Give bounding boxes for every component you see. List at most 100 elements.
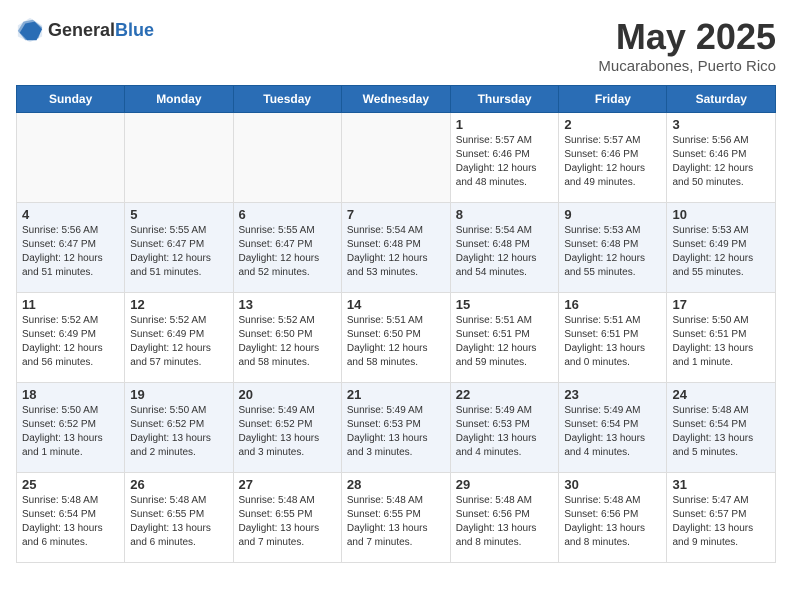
day-number: 2: [564, 117, 661, 132]
logo-text: GeneralBlue: [48, 20, 154, 41]
calendar-day-cell: 2 Sunrise: 5:57 AM Sunset: 6:46 PM Daylig…: [559, 113, 667, 203]
calendar-day-cell: 31 Sunrise: 5:47 AM Sunset: 6:57 PM Dayli…: [667, 473, 776, 563]
day-info: Sunrise: 5:49 AM Sunset: 6:53 PM Dayligh…: [347, 404, 445, 460]
day-number: 19: [130, 387, 227, 402]
day-number: 7: [347, 207, 445, 222]
header-day-thursday: Thursday: [450, 86, 559, 113]
calendar-week-row: 18 Sunrise: 5:50 AM Sunset: 6:52 PM Dayli…: [17, 383, 776, 473]
day-number: 21: [347, 387, 445, 402]
calendar-day-cell: 15 Sunrise: 5:51 AM Sunset: 6:51 PM Dayli…: [450, 293, 559, 383]
calendar-day-cell: 7 Sunrise: 5:54 AM Sunset: 6:48 PM Daylig…: [341, 203, 450, 293]
logo-general: General: [48, 20, 115, 40]
day-info: Sunrise: 5:50 AM Sunset: 6:52 PM Dayligh…: [22, 404, 119, 460]
calendar-table: SundayMondayTuesdayWednesdayThursdayFrid…: [16, 85, 776, 563]
day-number: 31: [672, 477, 770, 492]
calendar-day-cell: 5Sunrise: 5:55 AM Sunset: 6:47 PM Daylig…: [125, 203, 233, 293]
calendar-header-row: SundayMondayTuesdayWednesdayThursdayFrid…: [17, 86, 776, 113]
day-number: 29: [456, 477, 554, 492]
day-info: Sunrise: 5:54 AM Sunset: 6:48 PM Dayligh…: [347, 224, 445, 280]
day-info: Sunrise: 5:53 AM Sunset: 6:48 PM Dayligh…: [564, 224, 661, 280]
calendar-day-cell: 1 Sunrise: 5:57 AM Sunset: 6:46 PM Daylig…: [450, 113, 559, 203]
calendar-day-cell: 23 Sunrise: 5:49 AM Sunset: 6:54 PM Dayli…: [559, 383, 667, 473]
day-number: 18: [22, 387, 119, 402]
logo-icon: [16, 16, 44, 44]
day-number: 24: [672, 387, 770, 402]
day-number: 23: [564, 387, 661, 402]
header-day-wednesday: Wednesday: [341, 86, 450, 113]
day-number: 26: [130, 477, 227, 492]
day-number: 5: [130, 207, 227, 222]
day-number: 20: [239, 387, 336, 402]
day-info: Sunrise: 5:48 AM Sunset: 6:55 PM Dayligh…: [347, 494, 445, 550]
calendar-day-cell: 17 Sunrise: 5:50 AM Sunset: 6:51 PM Dayli…: [667, 293, 776, 383]
day-info: Sunrise: 5:51 AM Sunset: 6:51 PM Dayligh…: [564, 314, 661, 370]
day-info: Sunrise: 5:49 AM Sunset: 6:54 PM Dayligh…: [564, 404, 661, 460]
day-number: 6: [239, 207, 336, 222]
calendar-day-cell: 28Sunrise: 5:48 AM Sunset: 6:55 PM Dayli…: [341, 473, 450, 563]
day-number: 27: [239, 477, 336, 492]
day-info: Sunrise: 5:48 AM Sunset: 6:55 PM Dayligh…: [130, 494, 227, 550]
day-info: Sunrise: 5:52 AM Sunset: 6:49 PM Dayligh…: [130, 314, 227, 370]
day-number: 1: [456, 117, 554, 132]
calendar-day-cell: 6Sunrise: 5:55 AM Sunset: 6:47 PM Daylig…: [233, 203, 341, 293]
day-info: Sunrise: 5:50 AM Sunset: 6:52 PM Dayligh…: [130, 404, 227, 460]
day-number: 12: [130, 297, 227, 312]
calendar-day-cell: 26 Sunrise: 5:48 AM Sunset: 6:55 PM Dayli…: [125, 473, 233, 563]
header-day-saturday: Saturday: [667, 86, 776, 113]
logo-blue: Blue: [115, 20, 154, 40]
day-number: 3: [672, 117, 770, 132]
day-number: 16: [564, 297, 661, 312]
day-number: 17: [672, 297, 770, 312]
day-number: 8: [456, 207, 554, 222]
day-info: Sunrise: 5:48 AM Sunset: 6:55 PM Dayligh…: [239, 494, 336, 550]
day-info: Sunrise: 5:57 AM Sunset: 6:46 PM Dayligh…: [456, 134, 554, 190]
day-info: Sunrise: 5:50 AM Sunset: 6:51 PM Dayligh…: [672, 314, 770, 370]
calendar-day-cell: 19 Sunrise: 5:50 AM Sunset: 6:52 PM Dayli…: [125, 383, 233, 473]
calendar-day-cell: 9Sunrise: 5:53 AM Sunset: 6:48 PM Daylig…: [559, 203, 667, 293]
day-number: 25: [22, 477, 119, 492]
day-info: Sunrise: 5:53 AM Sunset: 6:49 PM Dayligh…: [672, 224, 770, 280]
calendar-day-cell: 29Sunrise: 5:48 AM Sunset: 6:56 PM Dayli…: [450, 473, 559, 563]
day-number: 11: [22, 297, 119, 312]
day-number: 4: [22, 207, 119, 222]
calendar-day-cell: 12 Sunrise: 5:52 AM Sunset: 6:49 PM Dayli…: [125, 293, 233, 383]
day-info: Sunrise: 5:48 AM Sunset: 6:54 PM Dayligh…: [672, 404, 770, 460]
day-info: Sunrise: 5:56 AM Sunset: 6:47 PM Dayligh…: [22, 224, 119, 280]
day-info: Sunrise: 5:56 AM Sunset: 6:46 PM Dayligh…: [672, 134, 770, 190]
day-number: 14: [347, 297, 445, 312]
calendar-day-cell: 18 Sunrise: 5:50 AM Sunset: 6:52 PM Dayli…: [17, 383, 125, 473]
calendar-day-cell: [233, 113, 341, 203]
calendar-day-cell: 3 Sunrise: 5:56 AM Sunset: 6:46 PM Daylig…: [667, 113, 776, 203]
day-info: Sunrise: 5:51 AM Sunset: 6:51 PM Dayligh…: [456, 314, 554, 370]
calendar-week-row: 25 Sunrise: 5:48 AM Sunset: 6:54 PM Dayli…: [17, 473, 776, 563]
calendar-day-cell: 14 Sunrise: 5:51 AM Sunset: 6:50 PM Dayli…: [341, 293, 450, 383]
calendar-day-cell: 16 Sunrise: 5:51 AM Sunset: 6:51 PM Dayli…: [559, 293, 667, 383]
day-info: Sunrise: 5:47 AM Sunset: 6:57 PM Dayligh…: [672, 494, 770, 550]
day-number: 15: [456, 297, 554, 312]
header: GeneralBlue May 2025 Mucarabones, Puerto…: [16, 16, 776, 75]
calendar-week-row: 4 Sunrise: 5:56 AM Sunset: 6:47 PM Daylig…: [17, 203, 776, 293]
day-info: Sunrise: 5:51 AM Sunset: 6:50 PM Dayligh…: [347, 314, 445, 370]
logo: GeneralBlue: [16, 16, 154, 44]
calendar-day-cell: 11Sunrise: 5:52 AM Sunset: 6:49 PM Dayli…: [17, 293, 125, 383]
header-day-monday: Monday: [125, 86, 233, 113]
day-info: Sunrise: 5:49 AM Sunset: 6:52 PM Dayligh…: [239, 404, 336, 460]
day-info: Sunrise: 5:57 AM Sunset: 6:46 PM Dayligh…: [564, 134, 661, 190]
calendar-day-cell: [17, 113, 125, 203]
header-day-tuesday: Tuesday: [233, 86, 341, 113]
day-number: 22: [456, 387, 554, 402]
calendar-day-cell: 20 Sunrise: 5:49 AM Sunset: 6:52 PM Dayli…: [233, 383, 341, 473]
title-area: May 2025 Mucarabones, Puerto Rico: [598, 16, 776, 75]
calendar-title: May 2025: [598, 16, 776, 58]
header-day-sunday: Sunday: [17, 86, 125, 113]
calendar-day-cell: 25 Sunrise: 5:48 AM Sunset: 6:54 PM Dayli…: [17, 473, 125, 563]
calendar-day-cell: 13Sunrise: 5:52 AM Sunset: 6:50 PM Dayli…: [233, 293, 341, 383]
calendar-day-cell: 4 Sunrise: 5:56 AM Sunset: 6:47 PM Daylig…: [17, 203, 125, 293]
day-info: Sunrise: 5:49 AM Sunset: 6:53 PM Dayligh…: [456, 404, 554, 460]
day-info: Sunrise: 5:48 AM Sunset: 6:56 PM Dayligh…: [564, 494, 661, 550]
calendar-day-cell: 27 Sunrise: 5:48 AM Sunset: 6:55 PM Dayli…: [233, 473, 341, 563]
day-info: Sunrise: 5:48 AM Sunset: 6:54 PM Dayligh…: [22, 494, 119, 550]
calendar-week-row: 1 Sunrise: 5:57 AM Sunset: 6:46 PM Daylig…: [17, 113, 776, 203]
calendar-day-cell: 21 Sunrise: 5:49 AM Sunset: 6:53 PM Dayli…: [341, 383, 450, 473]
calendar-day-cell: 8Sunrise: 5:54 AM Sunset: 6:48 PM Daylig…: [450, 203, 559, 293]
